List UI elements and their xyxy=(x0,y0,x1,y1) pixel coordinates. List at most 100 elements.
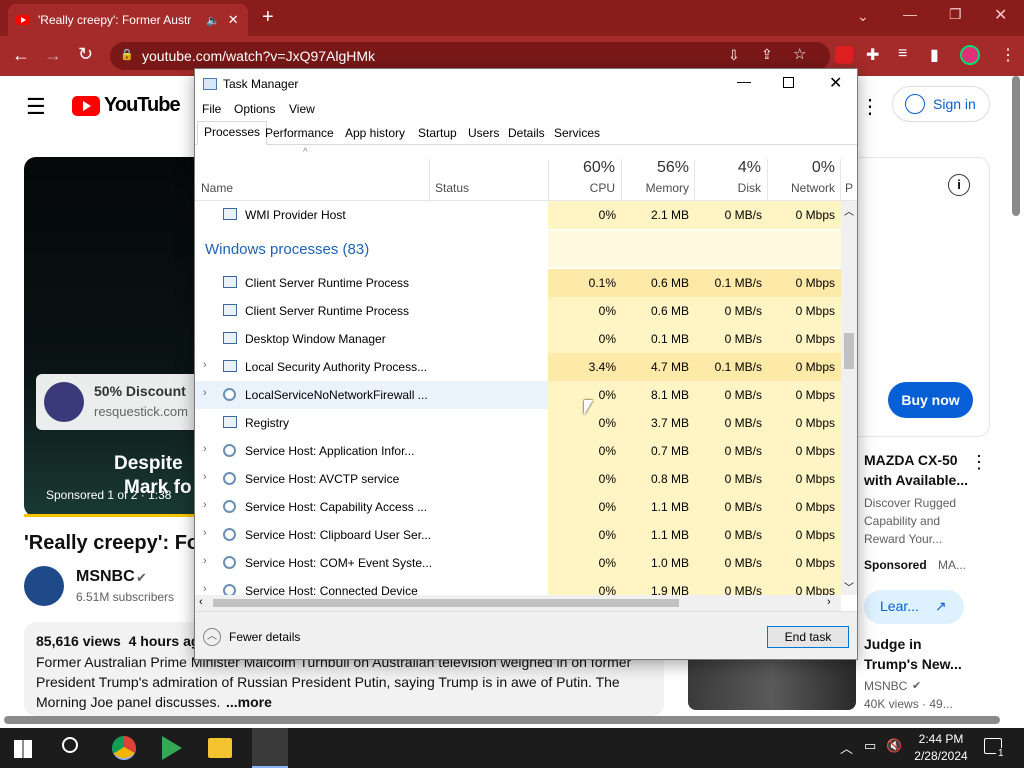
table-row[interactable]: › Service Host: Capability Access ... 0% 1.… xyxy=(195,493,841,521)
task-manager-taskbar-icon[interactable] xyxy=(252,728,288,768)
learn-more-button[interactable]: Lear... ↗ xyxy=(864,590,964,624)
sign-in-button[interactable]: Sign in xyxy=(892,86,990,122)
expand-chevron-icon[interactable]: › xyxy=(203,583,207,595)
network-icon[interactable]: ▭ xyxy=(864,738,876,754)
table-row[interactable]: Desktop Window Manager 0% 0.1 MB 0 MB/s 0 Mb… xyxy=(195,325,841,353)
table-row[interactable]: Client Server Runtime Process 0% 0.6 MB 0 M… xyxy=(195,297,841,325)
process-list-vertical-scrollbar[interactable]: ︿ ﹀ xyxy=(841,201,857,595)
fewer-details-link[interactable]: Fewer details xyxy=(229,630,300,644)
scroll-thumb[interactable] xyxy=(844,333,854,369)
install-icon[interactable]: ⇩ xyxy=(728,47,740,64)
scroll-down-icon[interactable]: ﹀ xyxy=(844,579,854,594)
show-hidden-icons-icon[interactable]: ︿ xyxy=(840,738,853,757)
tab-search-icon[interactable]: ⌄ xyxy=(857,8,869,25)
column-separator[interactable] xyxy=(548,159,549,203)
browser-tab[interactable]: 'Really creepy': Former Austr 🔈 ✕ xyxy=(8,4,248,36)
table-row[interactable]: Registry 0% 3.7 MB 0 MB/s 0 Mbps xyxy=(195,409,841,437)
minimize-icon[interactable]: — xyxy=(903,6,917,22)
expand-chevron-icon[interactable]: › xyxy=(203,471,207,483)
volume-muted-icon[interactable]: 🔇 xyxy=(886,738,902,754)
new-tab-icon[interactable]: + xyxy=(262,6,274,29)
expand-chevron-icon[interactable]: › xyxy=(203,443,207,455)
restore-icon[interactable]: ❐ xyxy=(949,6,962,23)
side-ad-menu-icon[interactable]: ⋮ xyxy=(970,452,988,473)
share-icon[interactable]: ⇪ xyxy=(761,46,773,63)
menu-view[interactable]: View xyxy=(289,102,315,116)
scroll-right-icon[interactable]: › xyxy=(827,596,831,608)
file-explorer-icon[interactable] xyxy=(208,738,232,758)
hscroll-thumb[interactable] xyxy=(213,599,679,607)
clock-time[interactable]: 2:44 PM xyxy=(916,732,966,746)
table-row[interactable]: › Local Security Authority Process... 3.4%… xyxy=(195,353,841,381)
tm-minimize-icon[interactable]: — xyxy=(737,73,751,89)
collapse-chevron-icon[interactable]: ︿ xyxy=(203,628,221,646)
tab-users[interactable]: Users xyxy=(462,123,505,145)
expand-chevron-icon[interactable]: › xyxy=(203,387,207,399)
expand-chevron-icon[interactable]: › xyxy=(203,359,207,371)
table-row[interactable]: › Service Host: COM+ Event Syste... 0% 1.0 … xyxy=(195,549,841,577)
end-task-button[interactable]: End task xyxy=(767,626,849,648)
scroll-up-icon[interactable]: ︿ xyxy=(844,203,854,218)
column-separator[interactable] xyxy=(694,159,695,203)
process-group-header[interactable]: Windows processes (83) xyxy=(195,231,841,267)
speaker-icon[interactable]: 🔈 xyxy=(206,14,220,27)
hamburger-menu-icon[interactable]: ☰ xyxy=(26,94,46,120)
tab-app-history[interactable]: App history xyxy=(339,123,411,145)
column-network[interactable]: Network xyxy=(775,181,835,195)
clock-date[interactable]: 2/28/2024 xyxy=(910,749,972,763)
column-status[interactable]: Status xyxy=(435,181,469,195)
menu-options[interactable]: Options xyxy=(234,102,275,116)
tm-close-icon[interactable]: ✕ xyxy=(829,73,842,93)
chrome-taskbar-icon[interactable] xyxy=(112,736,136,760)
channel-name[interactable]: MSNBC xyxy=(76,568,135,586)
close-window-icon[interactable]: ✕ xyxy=(994,5,1007,25)
tab-services[interactable]: Services xyxy=(548,123,606,145)
show-more-link[interactable]: ...more xyxy=(226,694,272,710)
ad-card[interactable]: 50% Discount resquestick.com xyxy=(36,374,206,430)
table-row[interactable]: Client Server Runtime Process 0.1% 0.6 MB 0… xyxy=(195,269,841,297)
table-row[interactable]: WMI Provider Host 0% 2.1 MB 0 MB/s 0 Mbp… xyxy=(195,201,841,229)
info-icon[interactable]: i xyxy=(948,174,970,196)
buy-now-button[interactable]: Buy now xyxy=(888,382,973,418)
tab-startup[interactable]: Startup xyxy=(412,123,463,145)
start-windows-icon[interactable] xyxy=(14,740,32,758)
column-name[interactable]: Name xyxy=(201,181,233,195)
column-cpu[interactable]: CPU xyxy=(555,181,615,195)
expand-chevron-icon[interactable]: › xyxy=(203,499,207,511)
back-icon[interactable]: ← xyxy=(12,45,30,66)
column-separator[interactable] xyxy=(840,159,841,203)
side-ad-title[interactable]: MAZDA CX-50 with Available... xyxy=(864,450,974,490)
tab-performance[interactable]: Performance xyxy=(259,123,340,145)
column-disk[interactable]: Disk xyxy=(701,181,761,195)
table-row[interactable]: › Service Host: Application Infor... 0% 0.7… xyxy=(195,437,841,465)
channel-avatar[interactable] xyxy=(24,566,64,606)
column-separator[interactable] xyxy=(429,159,430,203)
tab-details[interactable]: Details xyxy=(502,123,551,145)
search-icon[interactable] xyxy=(62,737,78,753)
media-icon[interactable]: ≡ xyxy=(898,45,907,63)
table-row[interactable]: › LocalServiceNoNetworkFirewall ... 0% 8.1 … xyxy=(195,381,841,409)
column-power[interactable]: P xyxy=(845,181,857,195)
column-memory[interactable]: Memory xyxy=(629,181,689,195)
reload-icon[interactable]: ↻ xyxy=(78,44,93,65)
tab-processes[interactable]: Processes xyxy=(197,121,268,145)
extensions-puzzle-icon[interactable]: ✚ xyxy=(866,45,879,65)
close-tab-icon[interactable]: ✕ xyxy=(228,12,239,28)
more-icon[interactable]: ⋮ xyxy=(860,94,880,119)
table-row[interactable]: › Service Host: Clipboard User Ser... 0% 1.… xyxy=(195,521,841,549)
bookmark-star-icon[interactable]: ☆ xyxy=(793,45,806,63)
column-separator[interactable] xyxy=(621,159,622,203)
expand-chevron-icon[interactable]: › xyxy=(203,555,207,567)
tm-maximize-icon[interactable] xyxy=(783,77,794,88)
profile-avatar[interactable] xyxy=(960,45,980,65)
task-manager-titlebar[interactable]: Task Manager — ✕ xyxy=(195,69,857,99)
side-panel-icon[interactable]: ▮ xyxy=(930,45,939,65)
page-vertical-scrollbar[interactable] xyxy=(1012,76,1020,216)
table-row[interactable]: › Service Host: Connected Device 0% 1.9 MB 0… xyxy=(195,577,841,595)
expand-chevron-icon[interactable]: › xyxy=(203,527,207,539)
forward-icon[interactable]: → xyxy=(44,45,62,66)
column-separator[interactable] xyxy=(767,159,768,203)
recommended-title[interactable]: Judge in Trump's New... xyxy=(864,634,974,674)
chrome-menu-icon[interactable]: ⋮ xyxy=(1000,45,1016,65)
process-list-horizontal-scrollbar[interactable]: ‹ › xyxy=(195,595,841,611)
